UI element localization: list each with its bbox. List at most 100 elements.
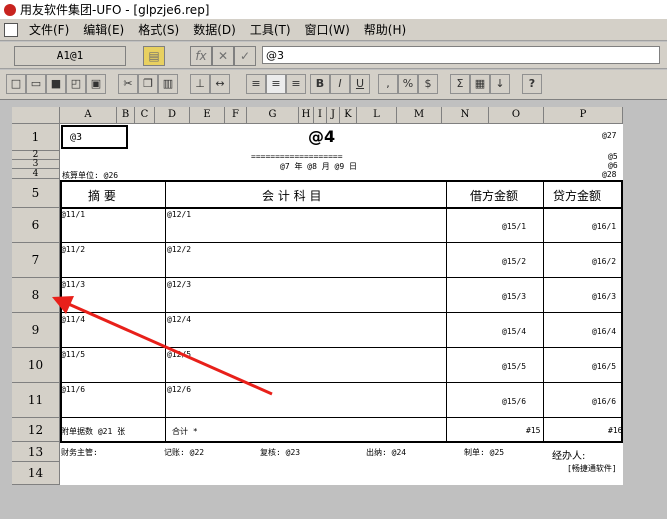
document-icon[interactable] [4,22,18,37]
line-4-debit: @15/4 [502,327,527,336]
column-header-C[interactable]: C [135,107,155,124]
confirm-edit-button[interactable]: ✓ [234,46,256,66]
paste-icon[interactable]: ▥ [158,74,178,94]
column-header-P[interactable]: P [544,107,623,124]
percent-style-button[interactable]: % [398,74,418,94]
column-header-E[interactable]: E [190,107,225,124]
new-file-icon[interactable]: □ [6,74,26,94]
comma-style-button[interactable]: , [378,74,398,94]
header-debit: 借方金额 [470,189,519,203]
row-header-6[interactable]: 6 [12,208,60,243]
insert-row-icon[interactable]: ⊥ [190,74,210,94]
align-right-icon[interactable]: ≡ [286,74,306,94]
row-header-3[interactable]: 3 [12,160,60,169]
column-header-J[interactable]: J [327,107,340,124]
column-header-K[interactable]: K [340,107,357,124]
footer-finance-manager: 财务主管: [61,448,98,457]
menu-data[interactable]: 数据(D) [186,21,243,38]
header-account: 会 计 科 目 [262,189,322,203]
menu-help[interactable]: 帮助(H) [357,21,413,38]
line-2-summary: @11/2 [61,245,86,254]
menu-file[interactable]: 文件(F) [22,21,76,38]
menu-edit[interactable]: 编辑(E) [76,21,131,38]
header-summary: 摘 要 [88,189,116,203]
column-header-M[interactable]: M [397,107,442,124]
column-header-H[interactable]: H [299,107,314,124]
line-5-debit: @15/5 [502,362,527,371]
line-4-credit: @16/4 [592,327,617,336]
copy-icon[interactable]: ❐ [138,74,158,94]
page-field-3: @6 [608,161,618,170]
column-header-N[interactable]: N [442,107,489,124]
row-header-4[interactable]: 4 [12,169,60,179]
footer-handler: 经办人: [552,451,586,462]
line-3-summary: @11/3 [61,280,86,289]
page-field-2: @5 [608,152,618,161]
fx-button[interactable]: fx [190,46,212,66]
line-2-credit: @16/2 [592,257,617,266]
menu-format[interactable]: 格式(S) [131,21,186,38]
footer-cashier: 出纳: @24 [366,448,407,457]
align-left-icon[interactable]: ≡ [246,74,266,94]
chart-icon[interactable]: ▦ [470,74,490,94]
line-3-debit: @15/3 [502,292,527,301]
cancel-edit-button[interactable]: ✕ [212,46,234,66]
row-header-1[interactable]: 1 [12,124,60,151]
footer-reviewer: 复核: @23 [260,448,301,457]
row-header-7[interactable]: 7 [12,243,60,278]
underline-button[interactable]: U [350,74,370,94]
column-header-L[interactable]: L [357,107,397,124]
column-header-F[interactable]: F [225,107,247,124]
cell-reference[interactable]: A1@1 [14,46,126,66]
col-divider-debit [543,180,544,441]
col-divider-account [446,180,447,441]
footer-brand: [畅捷通软件] [567,464,617,473]
row-line-11 [60,417,623,418]
total-label: 合计 * [172,427,198,436]
print-icon[interactable]: ▣ [86,74,106,94]
app-icon [4,3,16,16]
page-field-4: @28 [602,170,617,179]
window-title: 用友软件集团-UFO - [glpzje6.rep] [20,3,210,17]
footer-preparer: 制单: @25 [464,448,505,457]
toolbar: □ ▭ ■ ◰ ▣ ✂ ❐ ▥ ⊥ ↔ ≡ ≡ ≡ B I U , % $ Σ … [0,70,667,100]
table-header-border [60,207,623,209]
currency-style-button[interactable]: $ [418,74,438,94]
title-bar: 用友软件集团-UFO - [glpzje6.rep] [0,0,667,19]
column-header-O[interactable]: O [489,107,544,124]
column-header-I[interactable]: I [314,107,327,124]
cut-icon[interactable]: ✂ [118,74,138,94]
help-icon[interactable]: ? [522,74,542,94]
total-debit: #15 [526,426,541,435]
menu-tools[interactable]: 工具(T) [243,21,298,38]
corner-select-all[interactable] [12,107,60,124]
header-credit: 贷方金额 [553,189,602,203]
print-preview-icon[interactable]: ◰ [66,74,86,94]
bold-button[interactable]: B [310,74,330,94]
sort-icon[interactable]: ↓ [490,74,510,94]
row-header-14[interactable]: 14 [12,462,60,485]
align-center-icon[interactable]: ≡ [266,74,286,94]
column-header-D[interactable]: D [155,107,190,124]
line-1-summary: @11/1 [61,210,86,219]
sum-icon[interactable]: Σ [450,74,470,94]
title-underline: =================== [251,152,343,161]
formula-input[interactable]: @3 [262,46,660,64]
line-3-account: @12/3 [167,280,192,289]
open-folder-icon[interactable]: ▭ [26,74,46,94]
column-header-B[interactable]: B [117,107,135,124]
line-6-debit: @15/6 [502,397,527,406]
row-header-5[interactable]: 5 [12,179,60,208]
column-header-A[interactable]: A [60,107,117,124]
save-icon[interactable]: ■ [46,74,66,94]
row-header-12[interactable]: 12 [12,418,60,442]
line-1-account: @12/1 [167,210,192,219]
function-wizard-icon[interactable]: ▤ [143,46,165,66]
column-header-G[interactable]: G [247,107,299,124]
menu-window[interactable]: 窗口(W) [298,21,357,38]
insert-column-icon[interactable]: ↔ [210,74,230,94]
italic-button[interactable]: I [330,74,350,94]
report-title: @4 [308,127,336,146]
line-1-debit: @15/1 [502,222,527,231]
row-header-13[interactable]: 13 [12,442,60,462]
